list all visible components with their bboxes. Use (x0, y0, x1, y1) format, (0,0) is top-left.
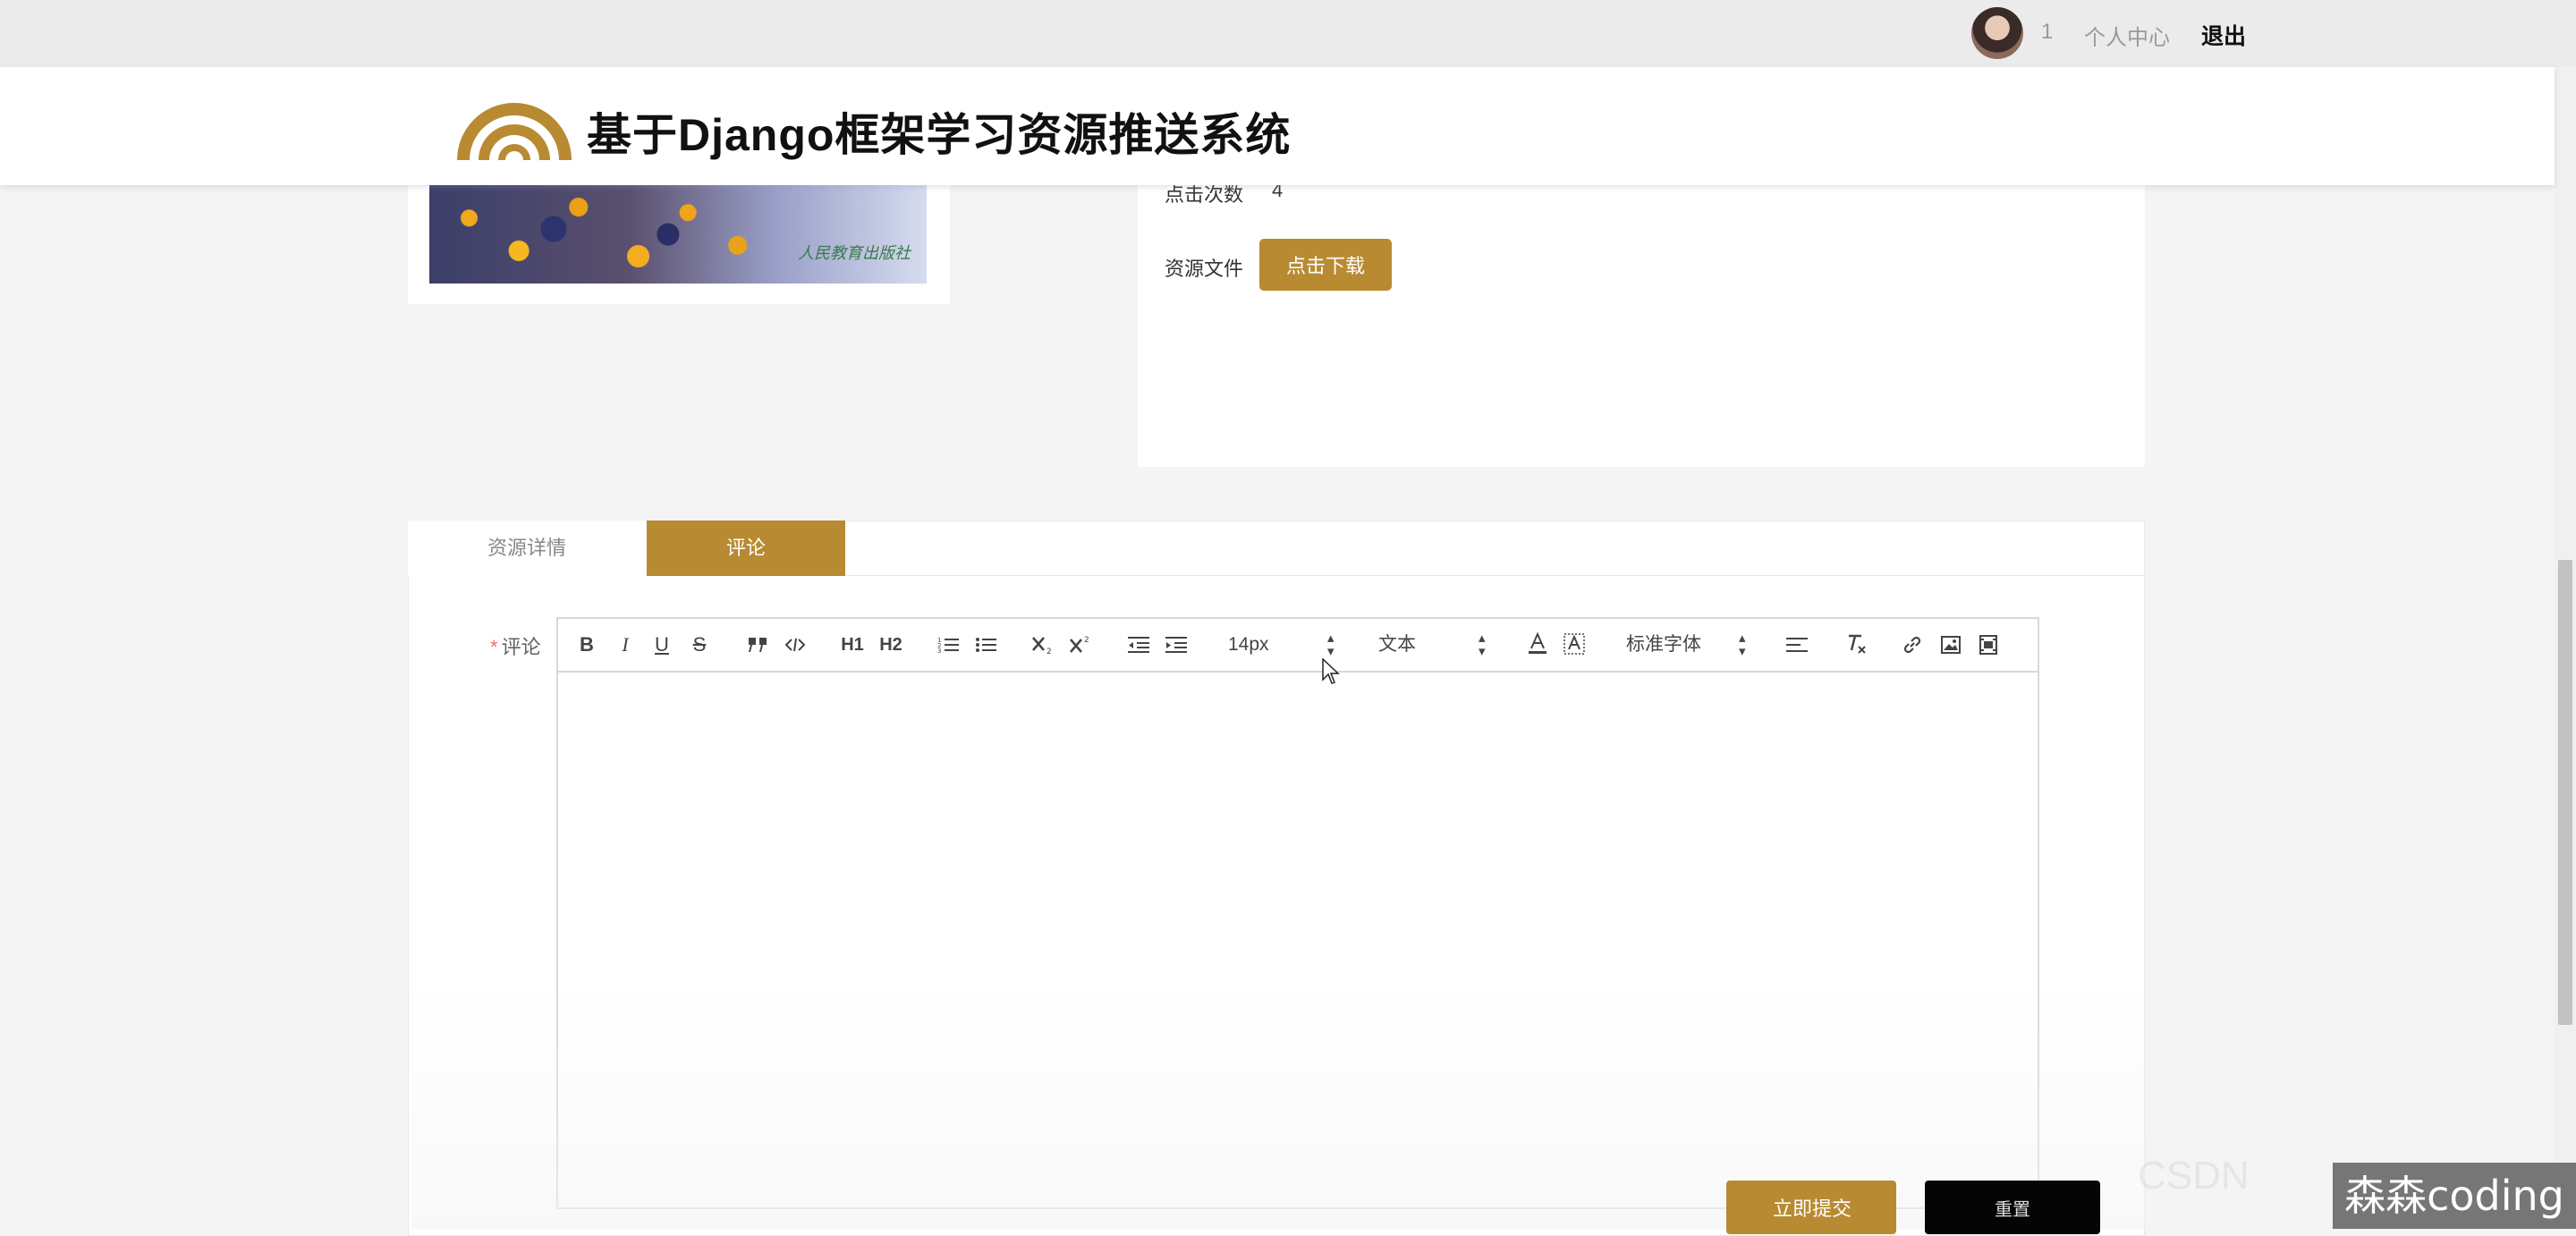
font-family-chevron-icon: ▴ ▾ (1739, 631, 1746, 659)
background-color-icon[interactable] (1563, 632, 1585, 656)
heading2-button[interactable]: H2 (877, 631, 904, 658)
code-block-icon[interactable] (784, 636, 806, 654)
video-icon[interactable] (1978, 634, 1999, 656)
font-size-chevron-icon: ▴ ▾ (1327, 631, 1335, 659)
user-id: 1 (2041, 20, 2054, 44)
required-mark: * (490, 636, 498, 658)
mouse-cursor-icon (1322, 658, 1340, 684)
tab-resource-detail[interactable]: 资源详情 (408, 521, 646, 576)
underline-button[interactable]: U (652, 631, 672, 658)
link-icon[interactable] (1902, 634, 1923, 656)
logout-link[interactable]: 退出 (2201, 19, 2246, 51)
svg-text:2: 2 (1046, 648, 1052, 656)
comment-editor-area[interactable] (560, 676, 2036, 1207)
text-style-chevron-icon: ▴ ▾ (1479, 631, 1486, 659)
resource-file-label: 资源文件 (1165, 258, 1244, 280)
site-header: 基于Django框架学习资源推送系统 (0, 67, 2555, 185)
heading1-button[interactable]: H1 (839, 631, 866, 658)
resource-cover-image: 人民教育出版社 (429, 174, 927, 284)
indent-icon[interactable] (1165, 636, 1187, 654)
font-color-icon[interactable] (1527, 632, 1548, 656)
watermark: 森森coding (2333, 1163, 2576, 1229)
page-scrollbar-thumb[interactable] (2558, 560, 2572, 1025)
strikethrough-button[interactable]: S (690, 631, 709, 658)
submit-comment-button[interactable]: 立即提交 (1726, 1181, 1896, 1234)
superscript-icon[interactable]: 2 (1069, 634, 1092, 656)
comment-label-text: 评论 (501, 636, 541, 658)
outdent-icon[interactable] (1128, 636, 1149, 654)
align-left-icon[interactable] (1786, 636, 1808, 654)
editor-toolbar (556, 617, 2039, 673)
download-button[interactable]: 点击下载 (1259, 239, 1392, 291)
ordered-list-icon[interactable]: 123 (937, 636, 959, 654)
avatar[interactable] (1971, 7, 2023, 59)
svg-text:3: 3 (937, 648, 941, 654)
reset-button[interactable]: 重置 (1925, 1181, 2100, 1234)
arch-logo-icon[interactable] (452, 87, 577, 167)
font-size-picker[interactable]: 14px (1228, 631, 1269, 658)
tab-comment[interactable]: 评论 (647, 521, 845, 576)
font-family-picker[interactable]: 标准字体 (1626, 631, 1701, 658)
svg-text:2: 2 (1084, 636, 1089, 645)
user-center-link[interactable]: 个人中心 (2084, 20, 2170, 51)
bullet-list-icon[interactable] (975, 636, 996, 654)
ghost-watermark: CSDN (2138, 1154, 2250, 1198)
resource-info-panel (1138, 161, 2145, 467)
blockquote-icon[interactable] (747, 636, 768, 654)
image-icon[interactable] (1940, 634, 1962, 656)
site-title[interactable]: 基于Django框架学习资源推送系统 (587, 99, 1291, 164)
text-style-picker[interactable]: 文本 (1378, 631, 1416, 658)
bold-button[interactable]: B (577, 631, 597, 658)
italic-button[interactable]: I (615, 631, 635, 658)
comment-field-label: * 评论 (490, 631, 541, 660)
top-user-bar (0, 0, 2576, 67)
subscript-icon[interactable]: 2 (1031, 634, 1055, 656)
clear-format-icon[interactable] (1845, 632, 1868, 656)
cover-stamp: 人民教育出版社 (798, 244, 911, 262)
